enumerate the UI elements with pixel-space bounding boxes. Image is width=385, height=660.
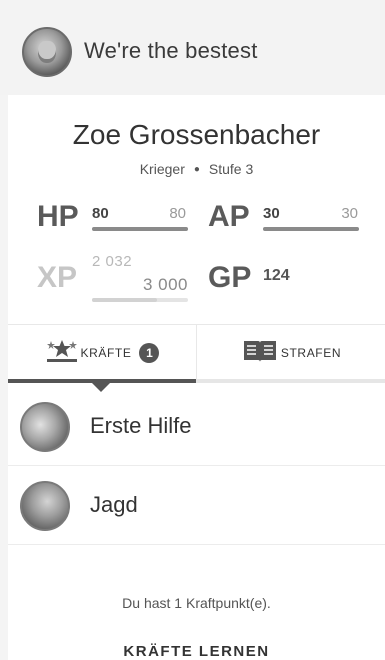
skill-name: Jagd: [90, 492, 138, 517]
skills-star-icon: [45, 338, 79, 367]
group-header[interactable]: We're the bestest: [0, 0, 385, 95]
skill-item-jagd[interactable]: Jagd: [8, 467, 385, 545]
ap-max: 30: [341, 205, 358, 222]
ap-label: AP: [208, 200, 250, 233]
tab-inactive-indicator: [196, 379, 385, 383]
xp-bar-fill: [92, 298, 157, 302]
ap-bar: [263, 227, 359, 231]
gp-value: 124: [263, 267, 290, 284]
hunt-icon: [20, 481, 70, 531]
character-name: Zoe Grossenbacher: [72, 119, 321, 150]
skill-name: Erste Hilfe: [90, 413, 192, 438]
xp-max: 3 000: [142, 275, 188, 294]
hp-current: 80: [92, 205, 109, 222]
xp-label: XP: [37, 261, 78, 294]
hp-max: 80: [169, 205, 186, 222]
first-aid-icon: [20, 402, 70, 452]
tab-strafen-label: STRAFEN: [280, 345, 342, 360]
character-card: Zoe Grossenbacher Krieger ● Stufe 3 HP 80 …: [8, 95, 385, 660]
tab-kraefte-label: KRÄFTE: [80, 345, 132, 360]
gp-label: GP: [208, 261, 252, 294]
tab-kraefte[interactable]: KRÄFTE 1: [8, 325, 196, 380]
tab-strafen[interactable]: STRAFEN: [197, 325, 385, 380]
character-level: Stufe 3: [208, 161, 254, 177]
learn-skills-button[interactable]: KRÄFTE LERNEN: [8, 643, 385, 660]
skill-item-erste-hilfe[interactable]: Erste Hilfe: [8, 388, 385, 466]
book-icon: [241, 338, 279, 367]
skill-points-text: Du hast 1 Kraftpunkt(e).: [122, 595, 271, 611]
ap-bar-fill: [263, 227, 359, 231]
separator-dot: ●: [193, 164, 200, 175]
hp-bar: [92, 227, 188, 231]
tab-bar: KRÄFTE 1 STRAFEN: [8, 324, 385, 382]
xp-current: 2 032: [92, 253, 133, 270]
character-class: Krieger: [139, 161, 185, 177]
group-crest-icon[interactable]: [22, 27, 72, 77]
xp-bar: [92, 298, 188, 302]
skill-points-badge: 1: [139, 342, 160, 363]
ap-current: 30: [263, 205, 280, 222]
group-name[interactable]: We're the bestest: [84, 38, 258, 64]
hp-bar-fill: [92, 227, 188, 231]
hp-label: HP: [37, 200, 79, 233]
character-subtitle: Krieger ● Stufe 3: [8, 161, 385, 177]
